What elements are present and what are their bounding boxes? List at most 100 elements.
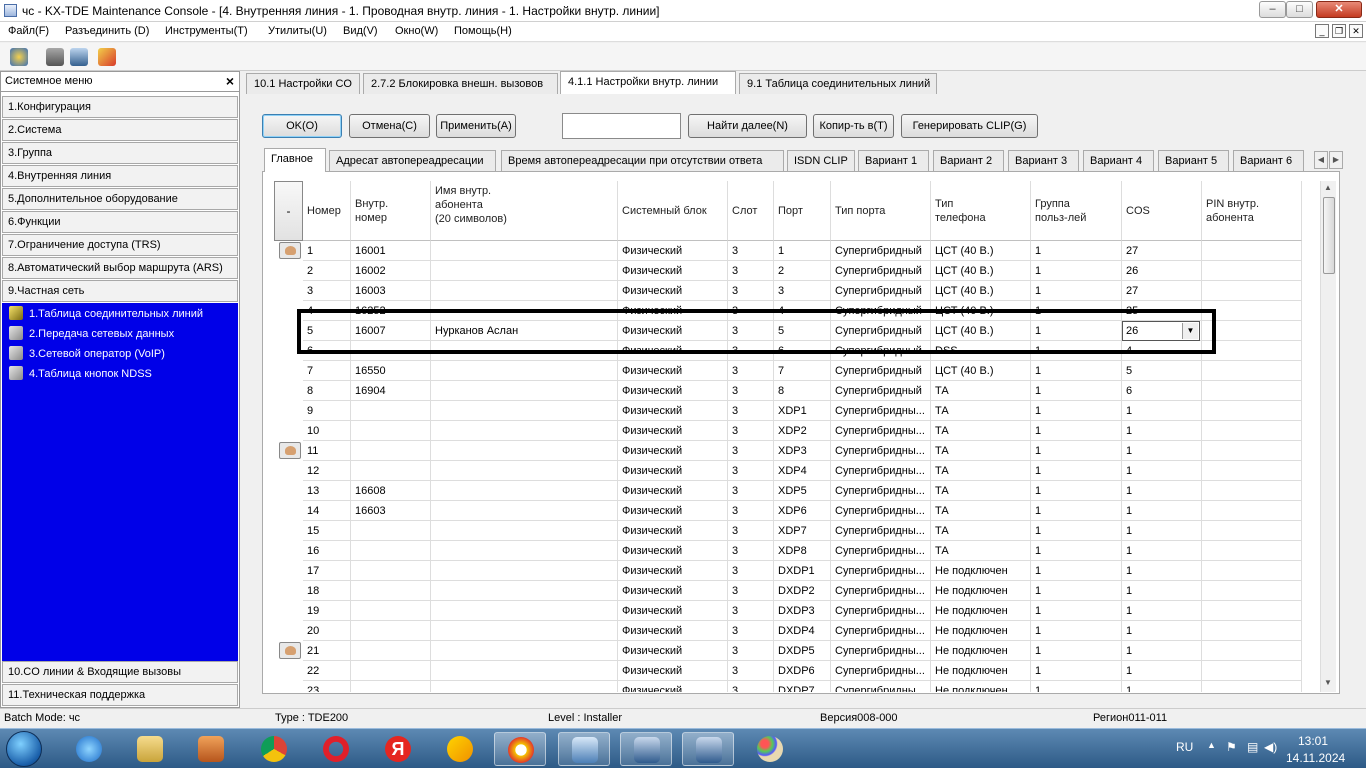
cell-pin[interactable]: [1202, 481, 1302, 501]
cell-user-group[interactable]: 1: [1031, 261, 1122, 281]
cell-pin[interactable]: [1202, 661, 1302, 681]
cell-number[interactable]: 18: [303, 581, 351, 601]
cell-pin[interactable]: [1202, 521, 1302, 541]
cell-phone-type[interactable]: ЦСТ (40 В.): [931, 281, 1031, 301]
ok-button[interactable]: OK(O): [262, 114, 342, 138]
grid-corner-button[interactable]: -: [274, 181, 303, 241]
cell-pin[interactable]: [1202, 621, 1302, 641]
menu-tools[interactable]: Инструменты(T): [165, 25, 248, 37]
scroll-right-icon[interactable]: ▶: [1329, 151, 1343, 169]
cell-port-type[interactable]: Супергибридны...: [831, 541, 931, 561]
cell-port[interactable]: 8: [774, 381, 831, 401]
generate-clip-button[interactable]: Генерировать CLIP(G): [901, 114, 1038, 138]
cell-pin[interactable]: [1202, 441, 1302, 461]
cell-user-group[interactable]: 1: [1031, 461, 1122, 481]
cell-port[interactable]: XDP2: [774, 421, 831, 441]
cell-slot[interactable]: 3: [728, 641, 774, 661]
cell-extension-name[interactable]: [431, 681, 618, 692]
cell-user-group[interactable]: 1: [1031, 681, 1122, 692]
cell-user-group[interactable]: 1: [1031, 581, 1122, 601]
cell-slot[interactable]: 3: [728, 481, 774, 501]
cell-user-group[interactable]: 1: [1031, 241, 1122, 261]
row-selector-hand-icon[interactable]: [279, 442, 301, 459]
sidebar-item-ars[interactable]: 8.Автоматический выбор маршрута (ARS): [2, 257, 238, 279]
cell-port-type[interactable]: Супергибридны...: [831, 441, 931, 461]
table-row[interactable]: 7 16550 Физический 3 7 Супергибридный ЦСТ (40 …: [303, 361, 1302, 381]
cell-user-group[interactable]: 1: [1031, 561, 1122, 581]
cell-extension-number[interactable]: 16603: [351, 501, 431, 521]
table-row[interactable]: 2 16002 Физический 3 2 Супергибридный ЦСТ (40 …: [303, 261, 1302, 281]
cell-cos[interactable]: 1: [1122, 461, 1202, 481]
cell-extension-number[interactable]: 16608: [351, 481, 431, 501]
cell-user-group[interactable]: 1: [1031, 481, 1122, 501]
volume-icon[interactable]: ◀): [1264, 740, 1277, 754]
cell-extension-name[interactable]: [431, 641, 618, 661]
cell-phone-type[interactable]: ТА: [931, 501, 1031, 521]
taskbar-remote-2[interactable]: [682, 732, 734, 766]
cell-cos[interactable]: 1: [1122, 581, 1202, 601]
cell-number[interactable]: 20: [303, 621, 351, 641]
language-indicator[interactable]: RU: [1176, 740, 1193, 754]
cell-port[interactable]: XDP7: [774, 521, 831, 541]
menu-utilities[interactable]: Утилиты(U): [268, 25, 327, 37]
table-row[interactable]: 9 Физический 3 XDP1 Супергибридны... ТА 1 1: [303, 401, 1302, 421]
menu-file[interactable]: Файл(F): [8, 25, 49, 37]
subtab-option-4[interactable]: Вариант 4: [1083, 150, 1154, 171]
sidebar-item-co-lines[interactable]: 10.CO линии & Входящие вызовы: [2, 661, 238, 683]
cell-number[interactable]: 10: [303, 421, 351, 441]
cell-extension-number[interactable]: [351, 461, 431, 481]
cell-user-group[interactable]: 1: [1031, 641, 1122, 661]
cell-pin[interactable]: [1202, 541, 1302, 561]
cell-port-type[interactable]: Супергибридны...: [831, 581, 931, 601]
cell-extension-name[interactable]: [431, 261, 618, 281]
connect-icon[interactable]: [10, 48, 28, 66]
cell-pin[interactable]: [1202, 321, 1302, 341]
table-row[interactable]: 17 Физический 3 DXDP1 Супергибридны... Не под…: [303, 561, 1302, 581]
cell-number[interactable]: 17: [303, 561, 351, 581]
cell-system-unit[interactable]: Физический: [618, 361, 728, 381]
sidebar-item-configuration[interactable]: 1.Конфигурация: [2, 96, 238, 118]
cell-cos[interactable]: 1: [1122, 441, 1202, 461]
cell-port-type[interactable]: Супергибридны...: [831, 681, 931, 692]
table-row[interactable]: 22 Физический 3 DXDP6 Супергибридны... Не под…: [303, 661, 1302, 681]
cell-extension-number[interactable]: [351, 421, 431, 441]
close-icon[interactable]: ×: [226, 73, 234, 89]
cell-system-unit[interactable]: Физический: [618, 581, 728, 601]
cell-pin[interactable]: [1202, 401, 1302, 421]
cell-number[interactable]: 7: [303, 361, 351, 381]
cell-phone-type[interactable]: Не подключен: [931, 581, 1031, 601]
cell-port[interactable]: DXDP5: [774, 641, 831, 661]
submenu-item-tie-table[interactable]: 1.Таблица соединительных линий: [9, 306, 203, 324]
cell-extension-number[interactable]: 16002: [351, 261, 431, 281]
cell-slot[interactable]: 3: [728, 241, 774, 261]
cell-slot[interactable]: 3: [728, 521, 774, 541]
cell-number[interactable]: 16: [303, 541, 351, 561]
cell-system-unit[interactable]: Физический: [618, 381, 728, 401]
cell-extension-name[interactable]: [431, 581, 618, 601]
cell-user-group[interactable]: 1: [1031, 401, 1122, 421]
cell-extension-name[interactable]: [431, 461, 618, 481]
cell-phone-type[interactable]: ТА: [931, 481, 1031, 501]
cell-port[interactable]: 7: [774, 361, 831, 381]
taskbar-explorer[interactable]: [124, 732, 176, 766]
cell-port[interactable]: DXDP7: [774, 681, 831, 692]
cell-user-group[interactable]: 1: [1031, 621, 1122, 641]
tab-co-settings[interactable]: 10.1 Настройки CO: [246, 73, 360, 94]
subtab-option-5[interactable]: Вариант 5: [1158, 150, 1229, 171]
cell-pin[interactable]: [1202, 301, 1302, 321]
cell-extension-name[interactable]: [431, 241, 618, 261]
sidebar-item-extension[interactable]: 4.Внутренняя линия: [2, 165, 238, 187]
cell-phone-type[interactable]: ТА: [931, 441, 1031, 461]
cell-system-unit[interactable]: Физический: [618, 241, 728, 261]
table-row[interactable]: 11 Физический 3 XDP3 Супергибридны... ТА 1 1: [303, 441, 1302, 461]
subtab-option-2[interactable]: Вариант 2: [933, 150, 1004, 171]
computer-icon[interactable]: [70, 48, 88, 66]
cell-extension-name[interactable]: [431, 621, 618, 641]
cell-extension-name[interactable]: [431, 561, 618, 581]
cell-port[interactable]: XDP1: [774, 401, 831, 421]
start-button[interactable]: [6, 731, 42, 767]
cell-number[interactable]: 9: [303, 401, 351, 421]
cell-extension-number[interactable]: [351, 661, 431, 681]
subtab-forward-destination[interactable]: Адресат автопереадресации: [329, 150, 496, 171]
cell-port[interactable]: DXDP1: [774, 561, 831, 581]
